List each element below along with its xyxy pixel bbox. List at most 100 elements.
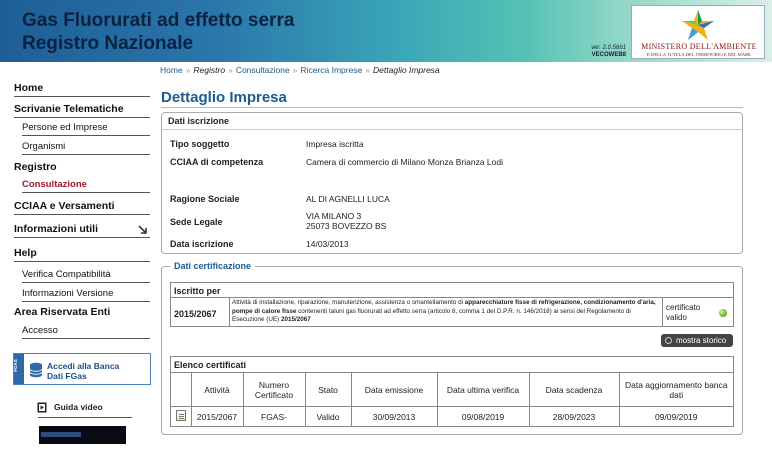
ragione-sociale-value: AL DI AGNELLI LUCA [306,194,390,204]
guida-video-link[interactable]: Guida video [54,402,103,412]
table-cell: 09/08/2019 [436,406,530,427]
page-title: Dettaglio Impresa [161,89,287,106]
iscritto-divider [171,297,733,298]
star-logo-icon [682,10,714,40]
column-header: Stato [304,372,352,407]
table-cell: 30/09/2013 [350,406,438,427]
sidebar-item-informazioni[interactable]: Informazioni utili [14,222,150,238]
ministry-subname: E DELLA TUTELA DEL TERRITORIO E DEL MARE [647,52,751,57]
iscritto-code: 2015/2067 [174,309,217,319]
breadcrumb-ricerca[interactable]: Ricerca Imprese [300,65,362,75]
iscritto-per-heading: Iscritto per [174,286,221,296]
breadcrumb-consultazione[interactable]: Consultazione [236,65,290,75]
accedi-label-line1: Accedi alla Banca [47,361,120,371]
video-file-icon [37,402,47,413]
certificate-status: certificato valido [666,303,700,323]
data-iscrizione-value: 14/03/2013 [306,239,349,249]
mostra-storico-label: mostra storico [676,336,727,345]
table-cell: 28/09/2023 [528,406,620,427]
certificate-status-line2: valido [666,313,687,322]
ragione-sociale-label: Ragione Sociale [170,194,240,204]
dati-certificazione-legend: Dati certificazione [170,261,256,271]
arrow-down-right-icon [138,225,147,234]
accedi-label-line2: Dati FGas [47,371,87,381]
column-header: Numero Certificato [242,372,306,407]
column-header [171,372,192,407]
sidebar-item-verifica[interactable]: Verifica Compatibilità [22,268,150,283]
app-title-line1: Gas Fluorurati ad effetto serra [22,10,295,31]
sede-legale-line2: 25073 BOVEZZO BS [306,221,387,231]
database-icon [29,362,43,378]
data-iscrizione-label: Data iscrizione [170,239,234,249]
sidebar-section-scrivanie: Scrivanie Telematiche [14,102,150,118]
sidebar-item-persone[interactable]: Persone ed Imprese [22,121,150,136]
breadcrumb-home[interactable]: Home [160,65,183,75]
fgas-side-stripe: FGAS [12,354,24,384]
iscritto-column-divider [662,297,663,327]
column-header: Data emissione [350,372,438,407]
iscritto-description: Attività di installazione, riparazione, … [232,299,660,325]
fgas-side-text: FGAS [12,359,18,372]
cciaa-value: Camera di commercio di Milano Monza Bria… [306,157,503,167]
accedi-banca-dati-button[interactable]: FGAS Accedi alla Banca Dati FGas [13,353,151,385]
dati-iscrizione-heading: Dati iscrizione [162,113,742,130]
version-text: ver. 2.0.5661 [591,45,626,51]
tipo-soggetto-label: Tipo soggetto [170,139,230,149]
sidebar-item-organismi[interactable]: Organismi [22,140,150,155]
breadcrumb-registro: Registro [193,65,226,75]
table-cell: 2015/2067 [190,406,244,427]
video-thumb-band [41,432,81,437]
video-thumbnail[interactable] [39,426,126,444]
certificates-table: Attività Numero Certificato Stato Data e… [171,372,733,427]
table-cell: 09/09/2019 [618,406,733,427]
row-detail-cell[interactable] [171,406,192,427]
desc-part-d: 2015/2067 [281,316,311,323]
table-cell: FGAS- [242,406,306,427]
status-green-dot-icon [719,309,727,317]
desc-part-a: Attività di installazione, riparazione, … [232,299,465,306]
sidebar-section-registro: Registro [14,161,57,173]
breadcrumb-separator: » [228,65,233,75]
search-icon [665,337,672,344]
column-header: Data scadenza [528,372,620,407]
sidebar-item-consultazione[interactable]: Consultazione [22,178,150,193]
sidebar-item-cciaa[interactable]: CCIAA e Versamenti [14,199,150,215]
sidebar-item-home[interactable]: Home [14,81,150,97]
sidebar-item-accesso[interactable]: Accesso [22,324,150,339]
breadcrumb-current: Dettaglio Impresa [373,65,440,75]
sidebar-section-area-riservata: Area Riservata Enti [14,306,111,318]
column-header: Data ultima verifica [436,372,530,407]
iscritto-column-divider [229,297,230,327]
sidebar-section-help: Help [14,246,150,262]
ministry-name: MINISTERO DELL'AMBIENTE [641,42,757,51]
build-text: VECOWEB8 [591,52,626,58]
app-header: Gas Fluorurati ad effetto serra Registro… [0,0,772,62]
table-row: 2015/2067 FGAS- Valido 30/09/2013 09/08/… [171,406,733,427]
sidebar-item-info-versione[interactable]: Informazioni Versione [22,287,150,302]
iscritto-per-table: Iscritto per 2015/2067 Attività di insta… [170,282,734,327]
elenco-certificati-table: Elenco certificati Attività Numero Certi… [170,356,734,427]
guida-divider [38,417,132,418]
certificate-status-line1: certificato [666,303,701,312]
table-cell: Valido [304,406,352,427]
document-icon[interactable] [175,410,186,421]
sidebar-item-informazioni-label: Informazioni utili [14,223,98,235]
column-header: Data aggiornamento banca dati [618,372,733,407]
breadcrumb-separator: » [292,65,298,75]
cciaa-label: CCIAA di competenza [170,157,264,167]
mostra-storico-button[interactable]: mostra storico [661,334,733,347]
title-divider [161,107,743,108]
breadcrumb-separator: » [365,65,371,75]
elenco-certificati-heading: Elenco certificati [174,360,247,370]
version-info: ver. 2.0.5661 VECOWEB8 [582,45,626,59]
sede-legale-line1: VIA MILANO 3 [306,211,362,221]
table-header-row: Attività Numero Certificato Stato Data e… [171,372,733,407]
dati-iscrizione-panel: Dati iscrizione [161,112,743,254]
ministry-logo[interactable]: MINISTERO DELL'AMBIENTE E DELLA TUTELA D… [631,5,765,59]
breadcrumb: Home» Registro» Consultazione» Ricerca Impr… [160,65,440,75]
sede-legale-label: Sede Legale [170,217,223,227]
breadcrumb-separator: » [185,65,191,75]
app-title-line2: Registro Nazionale [22,33,194,54]
column-header: Attività [190,372,244,407]
tipo-soggetto-value: Impresa iscritta [306,139,364,149]
